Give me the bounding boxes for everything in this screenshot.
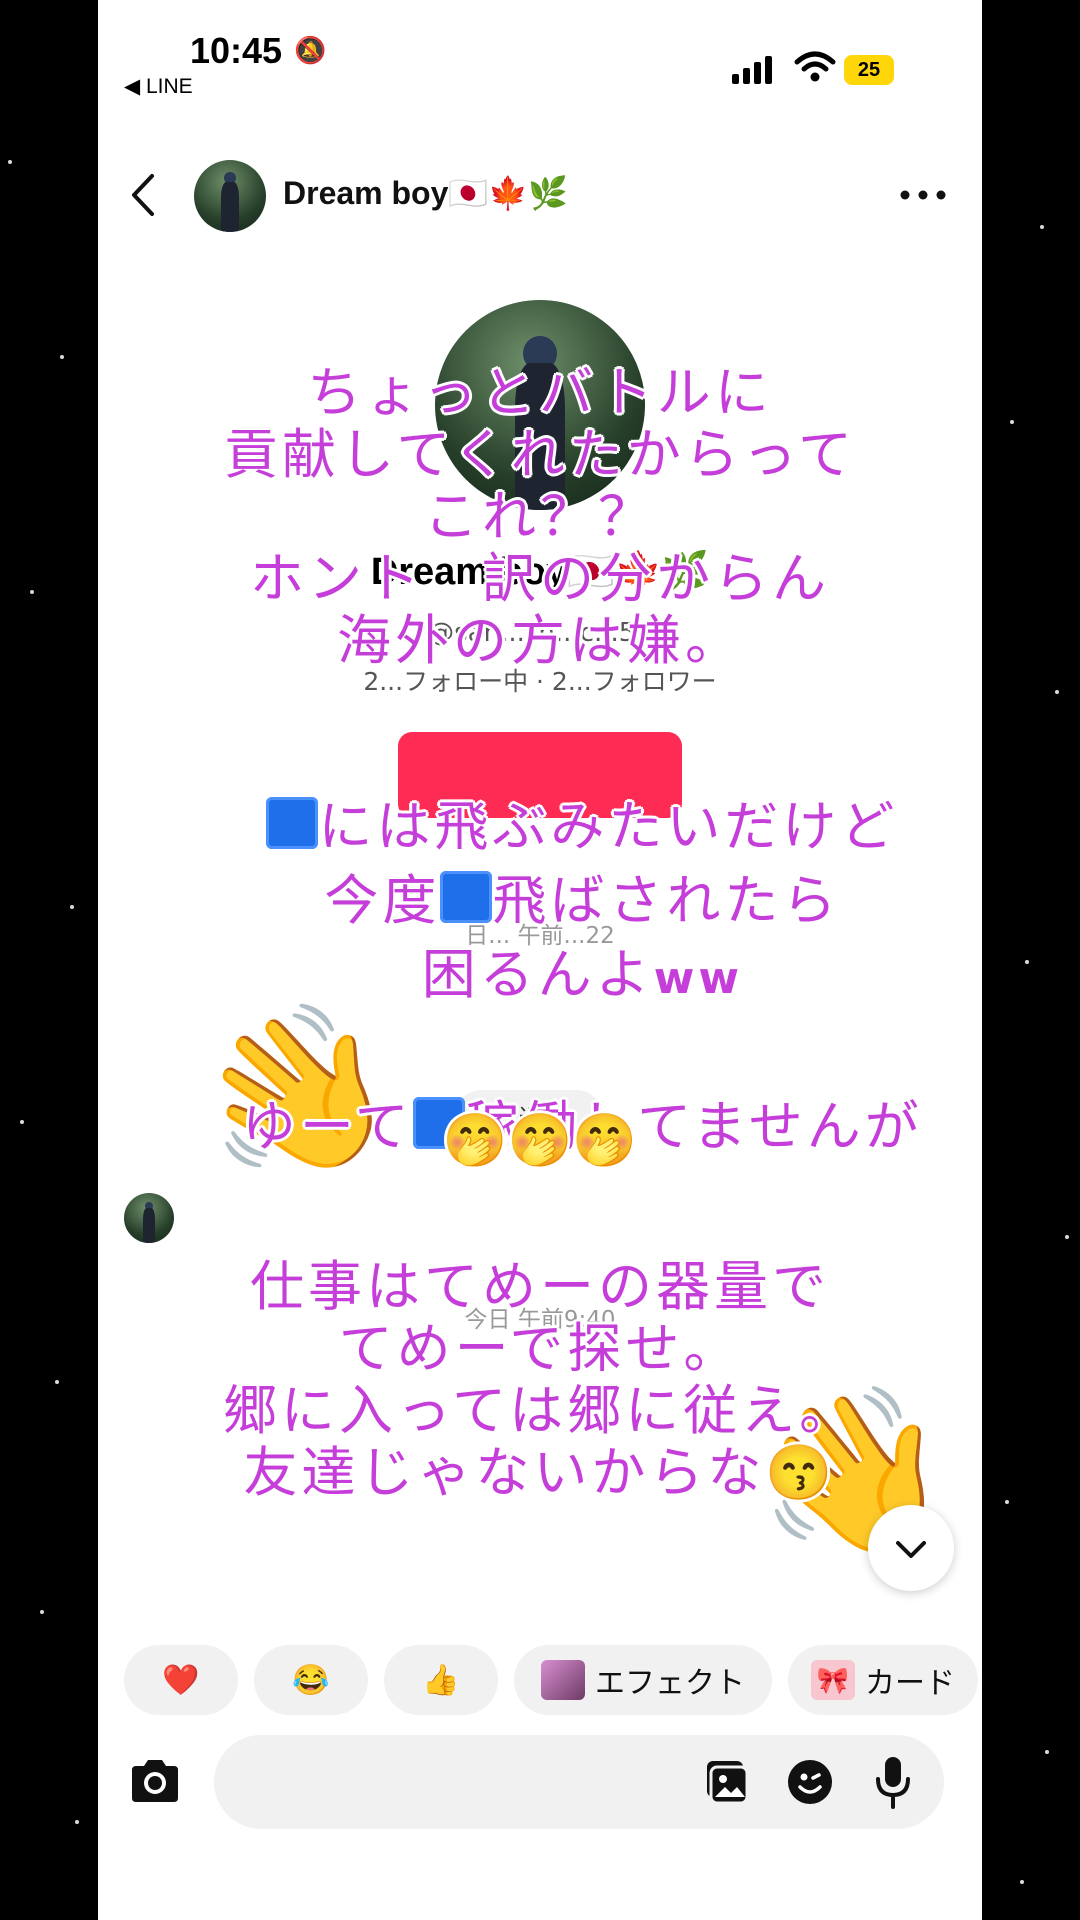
bell-muted-icon: 🔕 [294, 36, 327, 66]
chevron-down-icon [896, 1541, 926, 1558]
back-to-app-link[interactable]: ◀ LINE [124, 74, 193, 99]
header-avatar[interactable] [194, 160, 266, 232]
more-options-icon[interactable] [898, 188, 948, 202]
quick-reaction-bar: ❤️ 😂 👍 エフェクト 🎀 カード [124, 1645, 978, 1715]
reaction-heart-button[interactable]: ❤️ [124, 1645, 238, 1715]
cellular-signal-icon [732, 52, 772, 84]
battery-indicator: 25 [844, 55, 894, 85]
overlay-caption-top: ちょっとバトルに 貢献してくれたからって これ？？ ホント 訳の分からん 海外の… [223, 361, 857, 672]
card-button[interactable]: 🎀 カード [788, 1645, 978, 1715]
overlay-emoji-row: 🤭🤭🤭 [442, 1111, 638, 1171]
scroll-to-bottom-button[interactable] [868, 1505, 954, 1591]
overlay-caption-bottom: 仕事はてめーの器量で てめーで探せ。 郷に入っては郷に従え。 友達じゃないからな… [222, 1255, 858, 1504]
header-username[interactable]: Dream boy🇯🇵🍁🌿 [283, 174, 568, 212]
card-ribbon-icon: 🎀 [811, 1660, 855, 1700]
chat-header: Dream boy🇯🇵🍁🌿 [98, 150, 982, 240]
effect-button[interactable]: エフェクト [514, 1645, 772, 1715]
emoji-sticker-icon[interactable] [785, 1757, 835, 1807]
gallery-icon[interactable] [701, 1757, 751, 1807]
card-label: カード [865, 1667, 955, 1700]
reaction-laugh-button[interactable]: 😂 [254, 1645, 368, 1715]
camera-icon[interactable] [128, 1756, 182, 1804]
effect-label: エフェクト [595, 1667, 745, 1700]
microphone-icon[interactable] [873, 1755, 913, 1809]
effect-thumbnail-icon [541, 1660, 585, 1700]
wifi-icon [794, 51, 836, 82]
status-time: 10:45 [190, 30, 283, 71]
phone-screen: 10:45 🔕 ◀ LINE 25 Dream boy🇯🇵🍁🌿 Dream bo… [98, 0, 982, 1920]
back-arrow-icon[interactable] [128, 170, 158, 220]
status-bar: 10:45 🔕 ◀ LINE 25 [98, 0, 982, 110]
reaction-thumbs-up-button[interactable]: 👍 [384, 1645, 498, 1715]
